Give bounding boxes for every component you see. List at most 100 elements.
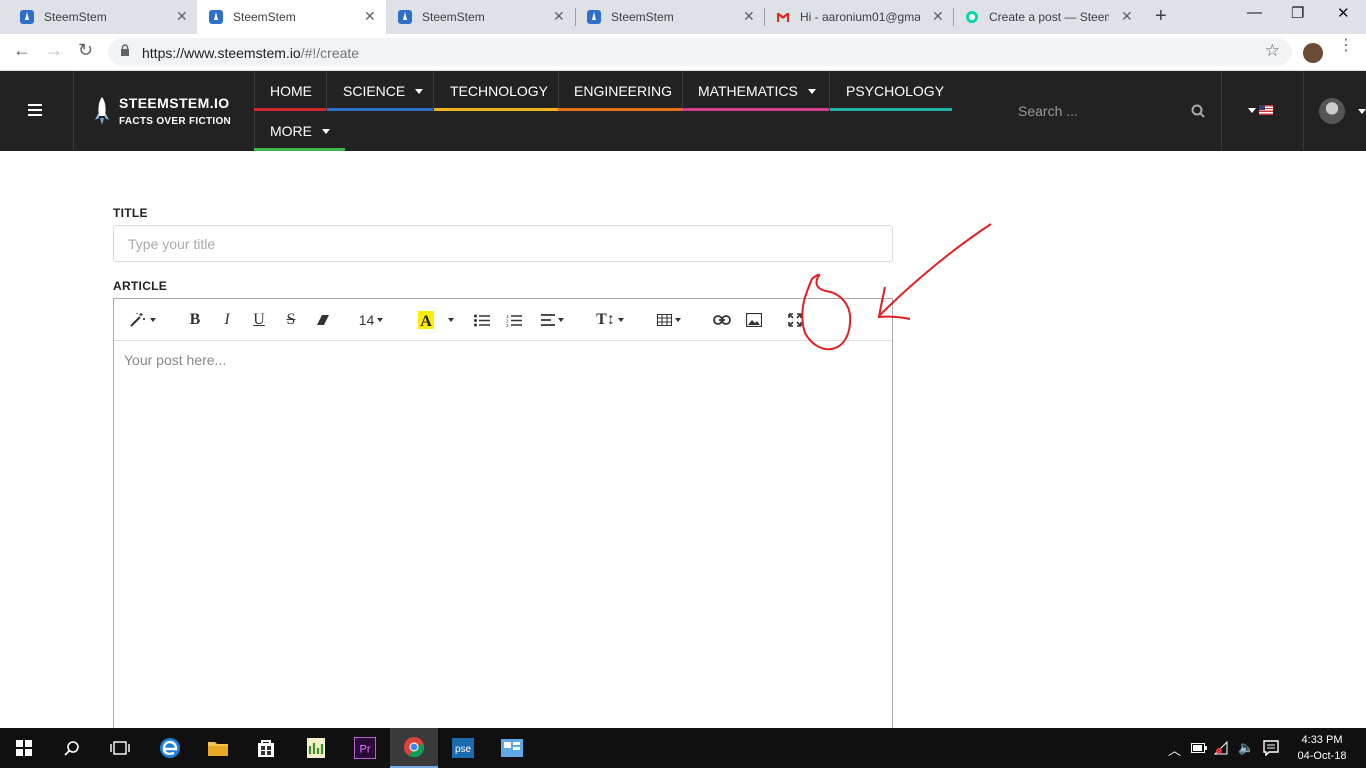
search-icon[interactable] [1191,104,1205,118]
task-view-button[interactable] [96,728,144,768]
network-disconnected-icon[interactable] [1214,741,1230,755]
browser-tab[interactable]: SteemStem ✕ [0,0,197,34]
header-divider [73,71,74,151]
nav-label: PSYCHOLOGY [846,83,945,99]
nav-engineering[interactable]: ENGINEERING [558,71,682,111]
browser-toolbar: ← → ↻ https://www.steemstem.io/#!/create… [0,34,1366,71]
header-divider [1303,71,1304,151]
steemstem-favicon-icon [209,10,223,24]
language-selector[interactable] [1248,105,1273,115]
file-explorer-taskbar-button[interactable] [194,728,242,768]
start-button[interactable] [0,728,48,768]
browser-tab-active[interactable]: SteemStem ✕ [197,0,386,34]
restore-icon[interactable]: ❐ [1291,4,1304,22]
close-tab-icon[interactable]: ✕ [932,8,944,25]
chevron-down-icon [1248,107,1256,113]
link-button[interactable] [712,309,732,331]
edge-taskbar-button[interactable] [146,728,194,768]
brand-title[interactable]: STEEMSTEM.IO [119,95,230,111]
clear-format-button[interactable] [314,309,332,331]
minimize-icon[interactable]: — [1247,4,1262,21]
nav-more[interactable]: MORE [254,111,345,151]
browser-tab[interactable]: SteemStem ✕ [386,0,575,34]
chevron-down-icon [617,318,624,322]
task-view-icon [110,741,130,755]
tab-title: Create a post — Steem [989,10,1109,24]
back-icon[interactable]: ← [13,40,31,61]
image-button[interactable] [745,309,763,331]
browser-tab[interactable]: Create a post — Steem ✕ [953,0,1142,34]
sheets-taskbar-button[interactable] [292,728,340,768]
premiere-taskbar-button[interactable]: Pr [341,728,389,768]
nav-home[interactable]: HOME [254,71,326,111]
search-button[interactable] [48,728,96,768]
align-dropdown[interactable] [537,309,567,331]
tab-title: SteemStem [611,10,674,24]
ordered-list-button[interactable]: 123 [505,309,523,331]
font-size-dropdown[interactable]: 14 [354,309,388,331]
nav-technology[interactable]: TECHNOLOGY [434,71,558,111]
address-bar[interactable]: https://www.steemstem.io/#!/create ☆ [108,38,1292,66]
close-tab-icon[interactable]: ✕ [743,8,755,25]
nav-psychology[interactable]: PSYCHOLOGY [830,71,952,111]
browser-menu-icon[interactable]: ⋮ [1338,38,1354,54]
chrome-browser-icon [404,737,425,758]
store-taskbar-button[interactable] [242,728,290,768]
system-clock[interactable]: 4:33 PM 04-Oct-18 [1292,732,1352,764]
steemstem-favicon-icon [398,10,412,24]
lock-icon [121,44,129,56]
bold-button[interactable]: B [186,309,204,331]
text-color-icon: A [418,311,434,329]
chrome-taskbar-button[interactable] [390,728,438,768]
user-avatar[interactable] [1319,98,1345,124]
italic-button[interactable]: I [218,309,236,331]
close-tab-icon[interactable]: ✕ [1121,8,1133,25]
chevron-down-icon [447,318,454,322]
volume-icon[interactable]: 🔈 [1238,740,1254,756]
nav-label: HOME [270,83,312,99]
action-center-icon[interactable] [1263,740,1279,756]
nav-underline [830,108,952,111]
bookmark-star-icon[interactable]: ☆ [1265,41,1280,61]
article-editor[interactable]: B I U S 14 A 123 T↕ Your post here... [113,298,893,738]
show-hidden-icons-icon[interactable]: ︿ [1168,740,1181,759]
hamburger-menu-icon[interactable] [28,104,42,116]
app-taskbar-button[interactable] [488,728,536,768]
close-tab-icon[interactable]: ✕ [364,8,376,25]
battery-icon[interactable] [1191,743,1207,753]
pse-taskbar-button[interactable]: pse [439,728,487,768]
nav-label: ENGINEERING [574,83,673,99]
nav-label: MATHEMATICS [698,83,798,99]
magic-wand-icon [129,313,145,327]
close-tab-icon[interactable]: ✕ [553,8,565,25]
underline-button[interactable]: U [250,309,268,331]
chevron-down-icon[interactable] [1358,109,1366,114]
nav-science[interactable]: SCIENCE [327,71,433,111]
line-height-dropdown[interactable]: T↕ [594,309,626,331]
text-color-dropdown[interactable] [444,309,454,331]
new-tab-icon[interactable]: + [1155,5,1167,28]
unordered-list-button[interactable] [473,309,491,331]
browser-tab[interactable]: SteemStem ✕ [575,0,764,34]
eraser-icon [317,315,329,325]
forward-icon[interactable]: → [45,40,63,61]
reload-icon[interactable]: ↻ [78,40,93,61]
url-host: https://www.steemstem.io [142,45,301,61]
browser-tab[interactable]: Hi - aaronium01@gmai ✕ [764,0,953,34]
clock-date: 04-Oct-18 [1297,750,1347,762]
bold-icon: B [189,311,201,328]
close-tab-icon[interactable]: ✕ [176,8,188,25]
style-button[interactable] [126,309,158,331]
unordered-list-icon [474,314,490,326]
photoshop-elements-icon: pse [452,738,474,758]
italic-icon: I [224,311,230,328]
clock-time: 4:33 PM [1301,734,1343,746]
nav-mathematics[interactable]: MATHEMATICS [682,71,829,111]
table-dropdown[interactable] [654,309,684,331]
text-color-button[interactable]: A [416,309,436,331]
store-bag-icon [258,740,274,757]
browser-profile-avatar[interactable] [1303,43,1323,63]
strikethrough-button[interactable]: S [282,309,300,331]
search-input[interactable]: Search ... [1018,103,1078,119]
close-window-icon[interactable]: ✕ [1337,4,1350,22]
